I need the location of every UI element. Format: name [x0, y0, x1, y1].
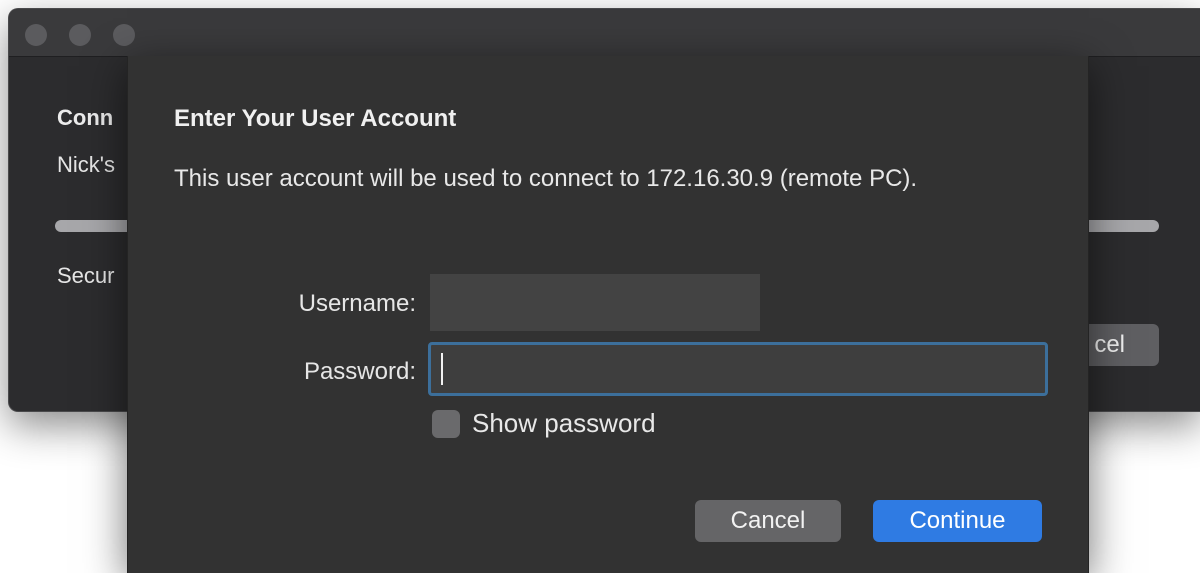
title-bar[interactable]: [9, 9, 1200, 57]
sheet-message: This user account will be used to connec…: [174, 165, 918, 192]
zoom-window-icon[interactable]: [113, 24, 135, 46]
password-input[interactable]: [431, 345, 1045, 393]
password-label: Password:: [303, 358, 416, 385]
show-password-checkbox[interactable]: [432, 410, 460, 438]
cancel-button[interactable]: Cancel: [695, 500, 841, 542]
continue-button[interactable]: Continue: [873, 500, 1042, 542]
password-field-focus-ring[interactable]: [428, 342, 1048, 396]
sheet-title: Enter Your User Account: [174, 105, 457, 132]
show-password-label[interactable]: Show password: [472, 408, 656, 439]
username-input[interactable]: [430, 274, 760, 331]
text-cursor: [441, 353, 443, 385]
minimize-window-icon[interactable]: [69, 24, 91, 46]
connection-status-text: Secur: [57, 263, 115, 288]
user-account-sheet: Enter Your User Account This user accoun…: [127, 56, 1089, 573]
username-label: Username:: [298, 290, 416, 317]
close-window-icon[interactable]: [25, 24, 47, 46]
pc-name-label: Nick's: [57, 152, 115, 177]
connection-heading: Conn: [57, 105, 114, 130]
background-cancel-label: cel: [1094, 331, 1125, 358]
